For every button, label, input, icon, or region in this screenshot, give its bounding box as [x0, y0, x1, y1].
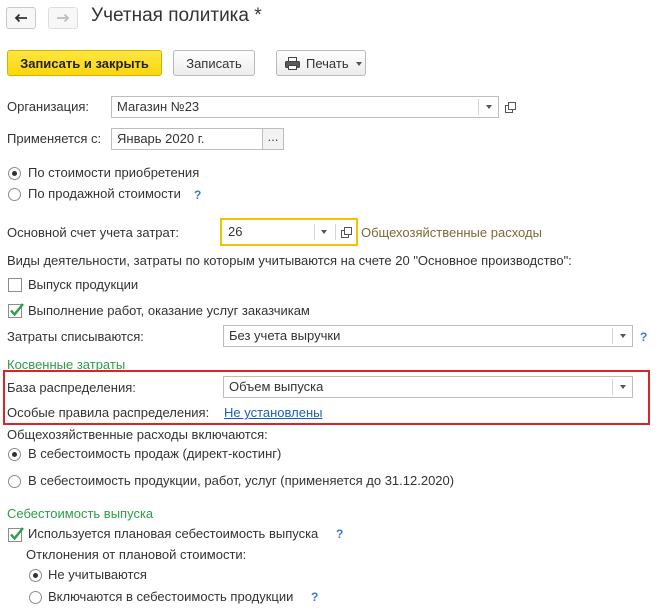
writeoff-label: Затраты списываются:	[7, 329, 144, 344]
distribution-base-value: Объем выпуска	[229, 379, 324, 394]
chevron-down-icon	[356, 62, 362, 66]
radio-not-counted[interactable]	[29, 569, 42, 582]
checkbox-planned-cost[interactable]	[8, 527, 24, 542]
output-cost-title: Себестоимость выпуска	[7, 506, 154, 521]
checkmark-icon	[10, 527, 24, 541]
deviation-label: Отклонения от плановой стоимости:	[26, 547, 247, 562]
arrow-left-icon	[14, 13, 27, 23]
main-cost-account-description: Общехозяйственные расходы	[361, 225, 542, 240]
print-button[interactable]: Печать	[276, 50, 366, 76]
chevron-down-icon[interactable]	[620, 334, 626, 338]
sale-cost-label: По продажной стоимости	[28, 186, 181, 201]
radio-purchase-cost[interactable]	[8, 167, 21, 180]
main-cost-account-field[interactable]: 26	[220, 218, 358, 246]
radio-overhead-sales[interactable]	[8, 448, 21, 461]
open-icon	[340, 226, 352, 238]
help-icon[interactable]: ?	[640, 329, 647, 345]
services-label: Выполнение работ, оказание услуг заказчи…	[28, 303, 310, 318]
chevron-down-icon[interactable]	[321, 230, 327, 234]
checkmark-icon	[10, 303, 24, 317]
special-rules-link[interactable]: Не установлены	[224, 405, 322, 421]
save-button[interactable]: Записать	[173, 50, 255, 76]
chevron-down-icon[interactable]	[486, 105, 492, 109]
page-title: Учетная политика *	[91, 5, 262, 26]
applies-from-value: Январь 2020 г.	[117, 131, 205, 146]
overhead-label: Общехозяйственные расходы включаются:	[7, 427, 268, 442]
writeoff-value: Без учета выручки	[229, 328, 341, 343]
open-organization-button[interactable]	[500, 97, 520, 117]
included-in-cost-label: Включаются в себестоимость продукции	[48, 589, 294, 604]
main-cost-account-label: Основной счет учета затрат:	[7, 225, 180, 240]
main-cost-account-value: 26	[228, 224, 243, 239]
save-and-close-button[interactable]: Записать и закрыть	[7, 50, 162, 76]
chevron-down-icon[interactable]	[620, 385, 626, 389]
purchase-cost-label: По стоимости приобретения	[28, 165, 200, 180]
radio-sale-cost[interactable]	[8, 188, 21, 201]
applies-from-label: Применяется с:	[7, 131, 102, 146]
organization-field[interactable]: Магазин №23	[111, 96, 499, 118]
select-period-button[interactable]: ...	[262, 128, 284, 150]
help-icon[interactable]: ?	[194, 187, 201, 203]
overhead-sales-label: В себестоимость продаж (директ-костинг)	[28, 446, 282, 461]
activity-types-label: Виды деятельности, затраты по которым уч…	[7, 253, 572, 268]
printer-icon	[285, 56, 300, 70]
arrow-right-icon	[57, 13, 70, 23]
radio-included-in-cost[interactable]	[29, 591, 42, 604]
planned-cost-label: Используется плановая себестоимость выпу…	[28, 526, 319, 541]
organization-label: Организация:	[7, 99, 90, 114]
help-icon[interactable]: ?	[311, 589, 318, 605]
forward-button[interactable]	[48, 7, 78, 29]
writeoff-field[interactable]: Без учета выручки	[223, 325, 633, 347]
not-counted-label: Не учитываются	[48, 567, 147, 582]
overhead-production-label: В себестоимость продукции, работ, услуг …	[28, 473, 455, 488]
checkbox-services[interactable]	[8, 303, 24, 318]
help-icon[interactable]: ?	[336, 526, 343, 542]
checkbox-products[interactable]	[8, 278, 22, 292]
distribution-base-field[interactable]: Объем выпуска	[223, 376, 633, 398]
applies-from-field[interactable]: Январь 2020 г.	[111, 128, 263, 150]
back-button[interactable]	[6, 7, 36, 29]
radio-overhead-production[interactable]	[8, 475, 21, 488]
organization-value: Магазин №23	[117, 99, 200, 114]
open-account-button[interactable]	[336, 222, 356, 242]
open-icon	[504, 101, 516, 113]
distribution-base-label: База распределения:	[7, 380, 136, 395]
print-button-label: Печать	[306, 55, 349, 71]
special-rules-label: Особые правила распределения:	[7, 405, 210, 420]
products-label: Выпуск продукции	[28, 277, 139, 292]
